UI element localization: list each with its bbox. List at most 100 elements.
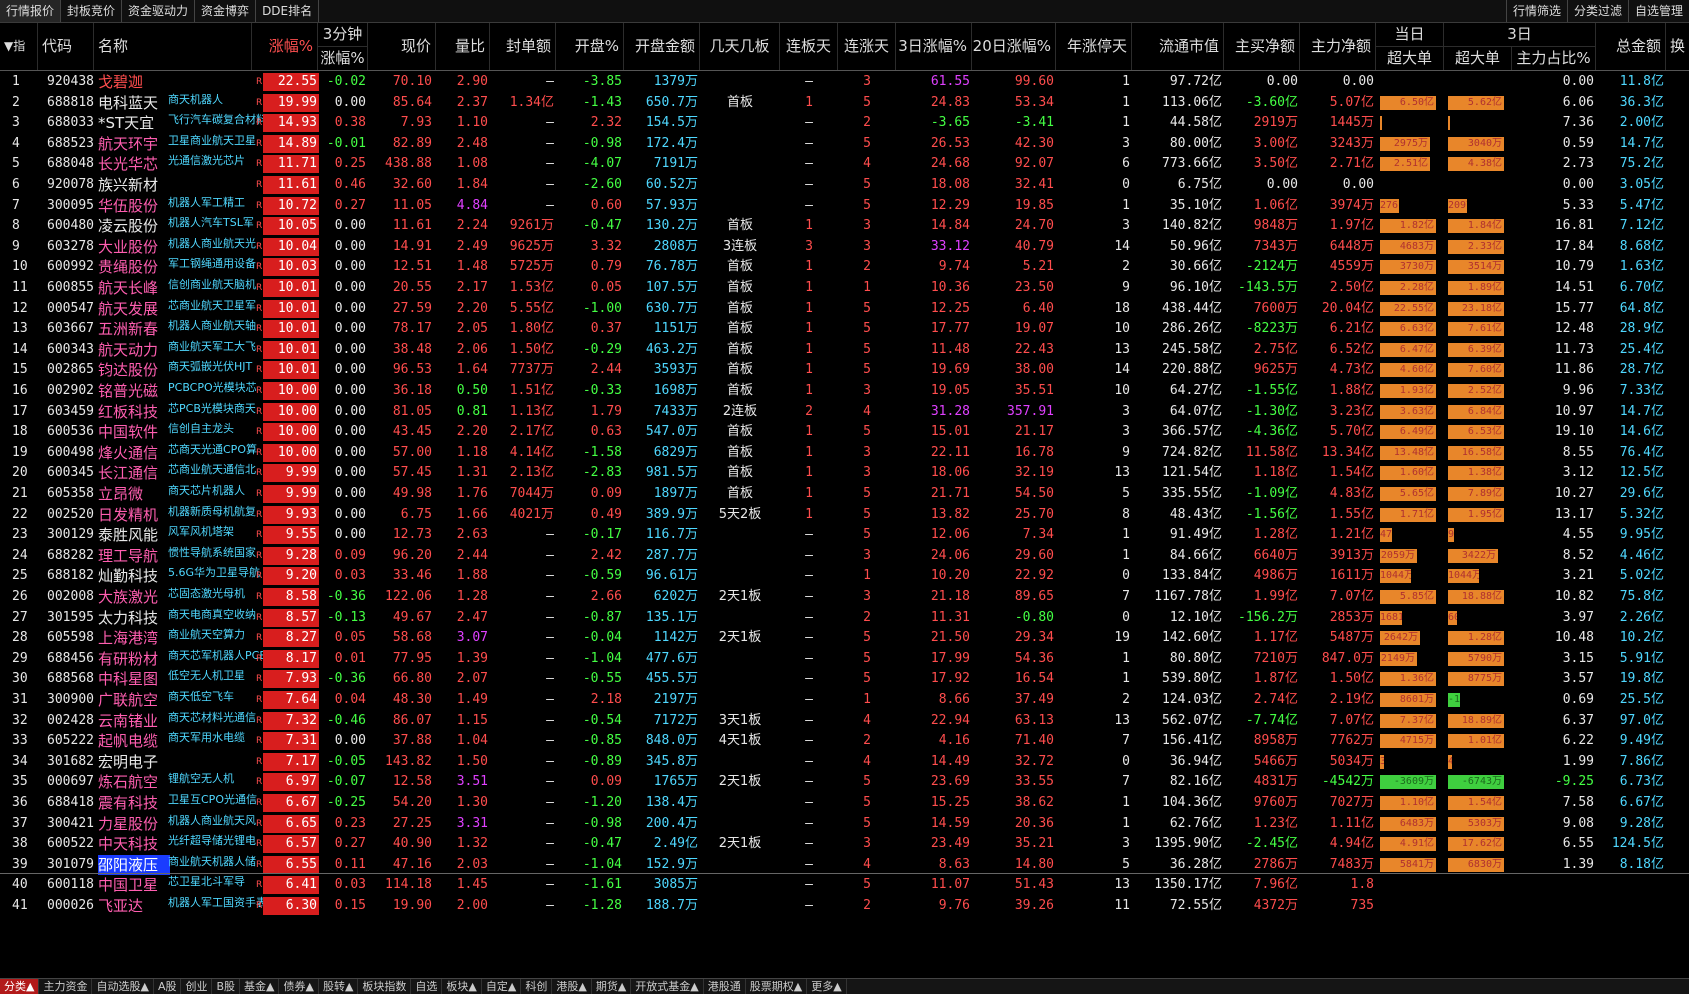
table-row[interactable]: 18 600536 中国软件 信创自主龙头 R 10.00 0.00 43.45 2.20 2.1… bbox=[0, 421, 1689, 443]
table-row[interactable]: 40 600118 中国卫星 芯卫星北斗军导 R 6.41 0.03 114.18 1.45 – -… bbox=[0, 874, 1689, 896]
cell-name[interactable]: 震有科技 bbox=[98, 792, 170, 814]
col-limit-days[interactable]: 连板天 bbox=[780, 23, 838, 70]
cell-name[interactable]: 中国卫星 bbox=[98, 874, 170, 896]
col-3day-group[interactable]: 3日 超大单 主力占比% bbox=[1444, 23, 1596, 70]
table-row[interactable]: 32 002428 云南锗业 商天芯材料光通信 R 7.32 -0.46 86.07 1.15 –… bbox=[0, 710, 1689, 732]
table-row[interactable]: 4 688523 航天环宇 卫星商业航天卫星 R 14.89 -0.01 82.89 2.48 –… bbox=[0, 133, 1689, 155]
cell-name[interactable]: 戈碧迦 bbox=[98, 71, 170, 93]
top-tab-3[interactable]: 资金博弈 bbox=[195, 0, 257, 22]
bottom-tab-9[interactable]: 板块指数 bbox=[358, 979, 412, 994]
top-right-tab-1[interactable]: 分类过滤 bbox=[1566, 0, 1628, 22]
cell-name[interactable]: 云南锗业 bbox=[98, 710, 170, 732]
cell-name[interactable]: 航天动力 bbox=[98, 339, 170, 361]
top-tab-1[interactable]: 封板竞价 bbox=[61, 0, 123, 22]
cell-name[interactable]: 邵阳液压 bbox=[98, 854, 170, 875]
cell-name[interactable]: 中国软件 bbox=[98, 421, 170, 443]
bottom-tab-2[interactable]: 自动选股▲ bbox=[92, 979, 154, 994]
col-3min-speed[interactable]: 3分钟 涨幅% bbox=[318, 23, 368, 70]
cell-name[interactable]: 航天环宇 bbox=[98, 133, 170, 155]
bottom-tab-3[interactable]: A股 bbox=[154, 979, 182, 994]
table-row[interactable]: 31 300900 广联航空 商天低空飞车 R 7.64 0.04 48.30 1.49 – 2.1… bbox=[0, 689, 1689, 711]
col-main-net[interactable]: 主力净额 bbox=[1300, 23, 1376, 70]
top-right-tab-2[interactable]: 自选管理 bbox=[1627, 0, 1689, 22]
bottom-tab-5[interactable]: B股 bbox=[212, 979, 241, 994]
table-row[interactable]: 33 605222 起帆电缆 商天军用水电缆 R 7.31 0.00 37.88 1.04 – -0… bbox=[0, 730, 1689, 752]
bottom-tab-0[interactable]: 分类▲ bbox=[0, 979, 40, 994]
cell-name[interactable]: 理工导航 bbox=[98, 545, 170, 567]
cell-name[interactable]: 五洲新春 bbox=[98, 318, 170, 340]
bottom-tab-15[interactable]: 期货▲ bbox=[592, 979, 632, 994]
cell-name[interactable]: *ST天宜 bbox=[98, 112, 170, 134]
col-price[interactable]: 现价 bbox=[368, 23, 436, 70]
cell-name[interactable]: 太力科技 bbox=[98, 607, 170, 629]
table-row[interactable]: 20 600345 长江通信 芯商业航天通信北 R 9.99 0.00 57.45 1.31 2.… bbox=[0, 462, 1689, 484]
cell-name[interactable]: 铭普光磁 bbox=[98, 380, 170, 402]
table-row[interactable]: 27 301595 太力科技 商天电商真空收纳 R 8.57 -0.13 49.67 2.47 –… bbox=[0, 607, 1689, 629]
table-row[interactable]: 3 688033 *ST天宜 飞行汽车碳复合材料 R 14.93 0.38 7.93 1.10 –… bbox=[0, 112, 1689, 134]
cell-name[interactable]: 凌云股份 bbox=[98, 215, 170, 237]
bottom-tab-10[interactable]: 自选 bbox=[411, 979, 443, 994]
cell-name[interactable]: 上海港湾 bbox=[98, 627, 170, 649]
table-row[interactable]: 1 920438 戈碧迦 R 22.55 -0.02 70.10 2.90 – -3.85 1379… bbox=[0, 71, 1689, 93]
table-row[interactable]: 12 000547 航天发展 芯商业航天卫星军 R 10.01 0.00 27.59 2.20 5… bbox=[0, 298, 1689, 320]
cell-name[interactable]: 广联航空 bbox=[98, 689, 170, 711]
cell-name[interactable]: 日发精机 bbox=[98, 504, 170, 526]
table-row[interactable]: 38 600522 中天科技 光纤超导储光锂电 R 6.57 0.27 40.90 1.32 – -… bbox=[0, 833, 1689, 855]
cell-name[interactable]: 灿勤科技 bbox=[98, 565, 170, 587]
table-row[interactable]: 10 600992 贵绳股份 军工钢绳通用设备 R 10.03 0.00 12.51 1.48 5… bbox=[0, 256, 1689, 278]
col-rise-days[interactable]: 连涨天 bbox=[838, 23, 896, 70]
table-row[interactable]: 29 688456 有研粉材 商天芯军机器人PCB R 8.17 0.01 77.95 1.39… bbox=[0, 648, 1689, 670]
cell-name[interactable]: 烽火通信 bbox=[98, 442, 170, 464]
cell-name[interactable]: 族兴新材 bbox=[98, 174, 170, 196]
bottom-tab-6[interactable]: 基金▲ bbox=[240, 979, 280, 994]
table-row[interactable]: 36 688418 震有科技 卫星互CPO光通信 R 6.67 -0.25 54.20 1.30… bbox=[0, 792, 1689, 814]
table-row[interactable]: 37 300421 力星股份 机器人商业航天风 R 6.65 0.23 27.25 3.31 – -… bbox=[0, 813, 1689, 835]
top-right-tab-0[interactable]: 行情筛选 bbox=[1505, 0, 1567, 22]
table-row[interactable]: 35 000697 炼石航空 锂航空无人机 R 6.97 -0.07 12.58 3.51 – 0.… bbox=[0, 771, 1689, 793]
col-seal-amount[interactable]: 封单额 bbox=[490, 23, 556, 70]
top-tab-2[interactable]: 资金驱动力 bbox=[122, 0, 196, 22]
bottom-tab-8[interactable]: 股转▲ bbox=[319, 979, 359, 994]
sort-indicator[interactable]: ▼指 bbox=[0, 23, 38, 70]
table-row[interactable]: 9 603278 大业股份 机器人商业航天光 R 10.04 0.00 14.91 2.49 96… bbox=[0, 236, 1689, 258]
cell-name[interactable]: 红板科技 bbox=[98, 401, 170, 423]
table-row[interactable]: 11 600855 航天长峰 信创商业航天脑机 R 10.01 0.00 20.55 2.17 1… bbox=[0, 277, 1689, 299]
table-row[interactable]: 34 301682 宏明电子 R 7.17 -0.05 143.82 1.50 – -0.89 34… bbox=[0, 751, 1689, 773]
table-row[interactable]: 8 600480 凌云股份 机器人汽车TSL军 R 10.05 0.00 11.61 2.24 9… bbox=[0, 215, 1689, 237]
cell-name[interactable]: 钧达股份 bbox=[98, 359, 170, 381]
bottom-tab-17[interactable]: 港股通 bbox=[704, 979, 746, 994]
cell-name[interactable]: 电科蓝天 bbox=[98, 92, 170, 114]
bottom-tab-13[interactable]: 科创 bbox=[521, 979, 553, 994]
col-year-limit-days[interactable]: 年涨停天 bbox=[1056, 23, 1132, 70]
col-total-amount[interactable]: 总金额 bbox=[1596, 23, 1666, 70]
table-row[interactable]: 16 002902 铭普光磁 PCBCPO光模块芯 R 10.00 0.00 36.18 0.5… bbox=[0, 380, 1689, 402]
cell-name[interactable]: 泰胜风能 bbox=[98, 524, 170, 546]
cell-name[interactable]: 长江通信 bbox=[98, 462, 170, 484]
cell-name[interactable]: 立昂微 bbox=[98, 483, 170, 505]
table-row[interactable]: 2 688818 电科蓝天 商天机器人 R 19.99 0.00 85.64 2.37 1.34亿… bbox=[0, 92, 1689, 114]
table-row[interactable]: 14 600343 航天动力 商业航天军工大飞 R 10.01 0.00 38.48 2.06 1… bbox=[0, 339, 1689, 361]
cell-name[interactable]: 飞亚达 bbox=[98, 895, 170, 917]
table-row[interactable]: 13 603667 五洲新春 机器人商业航天轴 R 10.01 0.00 78.17 2.05 1… bbox=[0, 318, 1689, 340]
col-open-amount[interactable]: 开盘金额 bbox=[624, 23, 700, 70]
col-turnover[interactable]: 换 bbox=[1666, 23, 1689, 70]
table-row[interactable]: 5 688048 长光华芯 光通信激光芯片 R 11.71 0.25 438.88 1.08 – -… bbox=[0, 153, 1689, 175]
table-row[interactable]: 25 688182 灿勤科技 5.6G华为卫星导航 R 9.20 0.03 33.46 1.88… bbox=[0, 565, 1689, 587]
bottom-tab-12[interactable]: 自定▲ bbox=[482, 979, 522, 994]
bottom-tab-18[interactable]: 股票期权▲ bbox=[746, 979, 808, 994]
table-row[interactable]: 15 002865 钧达股份 商天弧嵌光伏HJT R 10.01 0.00 96.53 1.64… bbox=[0, 359, 1689, 381]
table-row[interactable]: 22 002520 日发精机 机器新质母机航复 R 9.93 0.00 6.75 1.66 402… bbox=[0, 504, 1689, 526]
bottom-tab-14[interactable]: 港股▲ bbox=[552, 979, 592, 994]
top-tab-0[interactable]: 行情报价 bbox=[0, 0, 62, 22]
col-main-buy-net[interactable]: 主买净额 bbox=[1224, 23, 1300, 70]
cell-name[interactable]: 长光华芯 bbox=[98, 153, 170, 175]
col-name[interactable]: 名称 bbox=[94, 23, 252, 70]
bottom-tab-16[interactable]: 开放式基金▲ bbox=[631, 979, 704, 994]
bottom-tab-7[interactable]: 债券▲ bbox=[279, 979, 319, 994]
bottom-tab-11[interactable]: 板块▲ bbox=[442, 979, 482, 994]
col-volume-ratio[interactable]: 量比 bbox=[436, 23, 490, 70]
table-row[interactable]: 23 300129 泰胜风能 风军风机塔架 R 9.55 0.00 12.73 2.63 – -0.… bbox=[0, 524, 1689, 546]
col-float-cap[interactable]: 流通市值 bbox=[1132, 23, 1224, 70]
col-change-pct[interactable]: 涨幅% bbox=[252, 23, 318, 70]
col-20day-change[interactable]: 20日涨幅% bbox=[972, 23, 1056, 70]
